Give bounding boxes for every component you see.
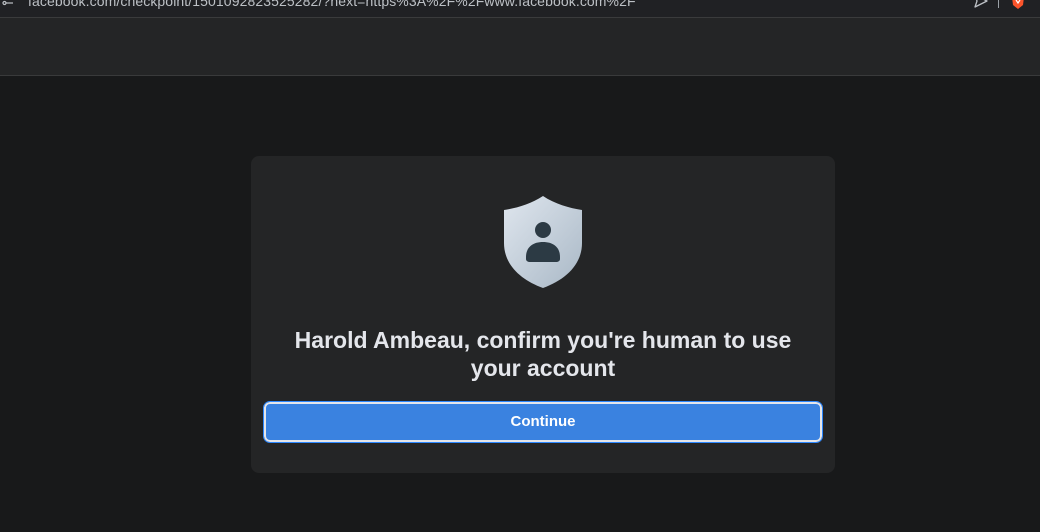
top-navigation-bar (0, 18, 1040, 76)
checkpoint-headline: Harold Ambeau, confirm you're human to u… (294, 327, 792, 381)
brave-shields-icon[interactable] (1010, 0, 1026, 10)
share-icon[interactable] (973, 0, 989, 8)
url-text[interactable]: facebook.com/checkpoint/1501092823525282… (28, 0, 636, 9)
address-bar[interactable]: facebook.com/checkpoint/1501092823525282… (0, 0, 1040, 18)
continue-button[interactable]: Continue (263, 401, 823, 443)
url-divider (998, 0, 999, 8)
shield-user-icon (504, 196, 582, 288)
site-settings-icon[interactable] (2, 0, 14, 6)
checkpoint-card: Harold Ambeau, confirm you're human to u… (251, 156, 835, 473)
